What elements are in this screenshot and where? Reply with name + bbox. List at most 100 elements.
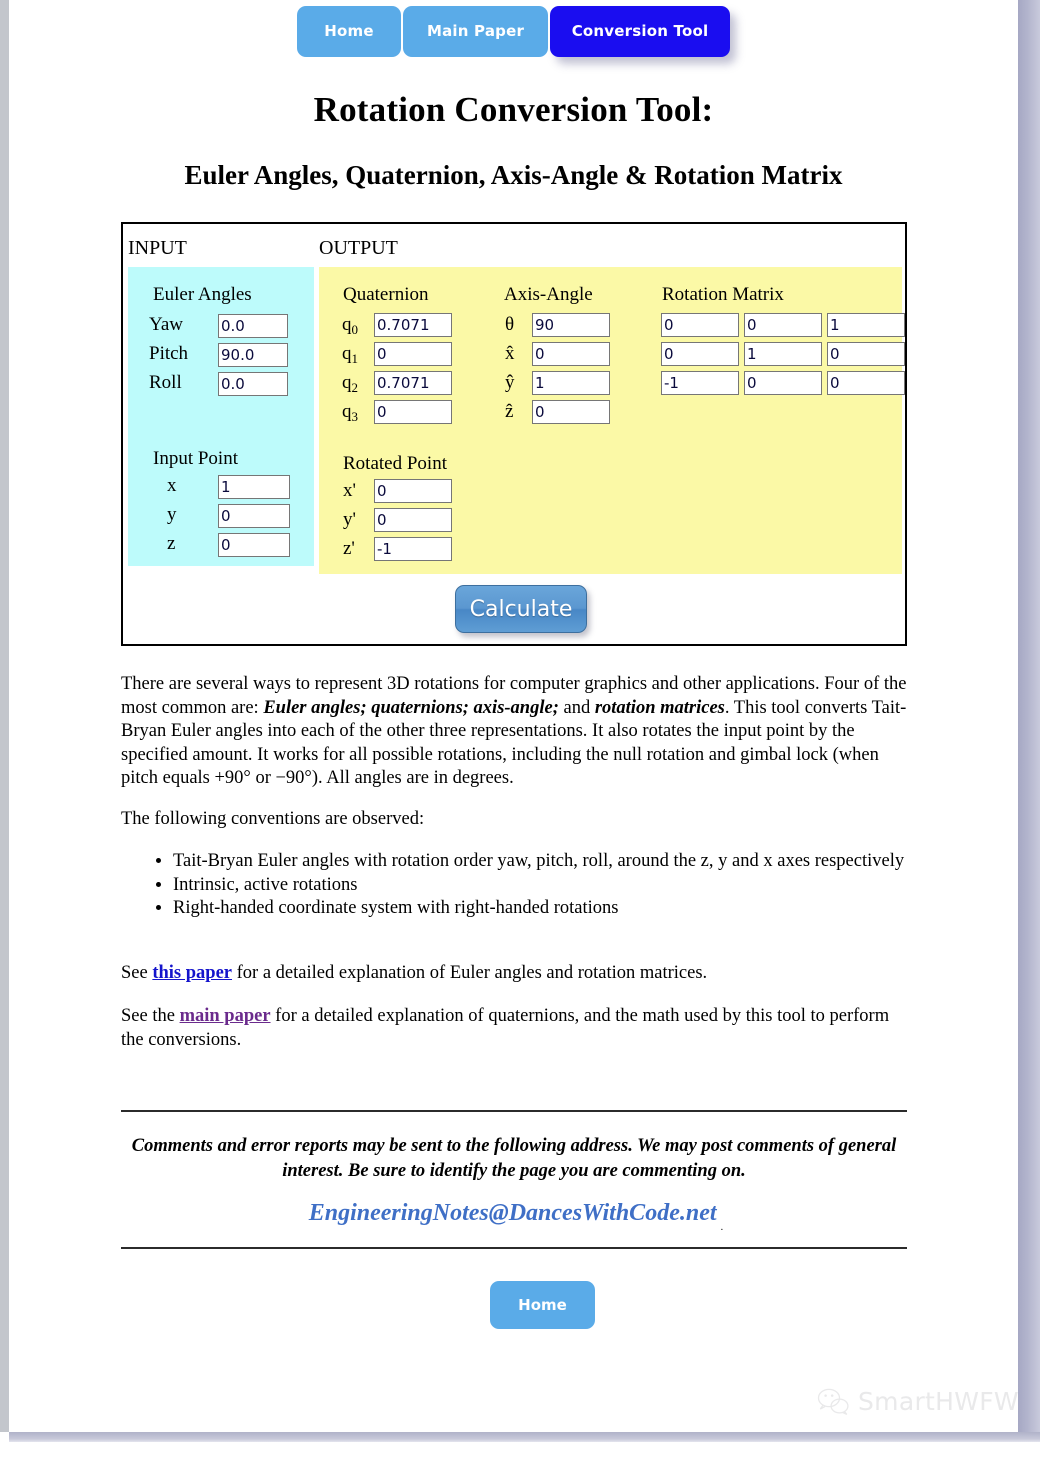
output-panel: Quaternion q0 q1 q2 q3 Axis-Angle θ x̂ <box>319 267 905 574</box>
quaternion-q2-input[interactable] <box>374 371 452 395</box>
wechat-icon <box>817 1388 849 1415</box>
quaternion-q0-label: q0 <box>342 314 359 337</box>
link1-suffix: for a detailed explanation of Euler angl… <box>232 963 708 983</box>
intro-text-2: and <box>558 697 595 718</box>
quaternion-q1-subscript: 1 <box>351 351 359 366</box>
page-edge-bottom-shadow <box>9 1432 1040 1442</box>
link2-prefix: See the <box>121 1006 180 1026</box>
rotation-matrix-r12-input[interactable] <box>827 342 905 366</box>
conventions-list: Tait-Bryan Euler angles with rotation or… <box>121 850 907 921</box>
input-point-z-label: z <box>167 533 176 554</box>
quaternion-q2-label-text: q <box>342 372 352 393</box>
footer-email-trailing-dot: . <box>720 1221 724 1233</box>
axis-angle-theta-input[interactable] <box>532 313 610 337</box>
rotation-matrix-group-title: Rotation Matrix <box>662 284 784 305</box>
quaternion-q0-input[interactable] <box>374 313 452 337</box>
quaternion-q3-label-text: q <box>342 401 352 422</box>
quaternion-q3-input[interactable] <box>374 400 452 424</box>
euler-pitch-label: Pitch <box>149 343 189 364</box>
rotation-matrix-r22-input[interactable] <box>827 371 905 395</box>
quaternion-q2-label: q2 <box>342 372 359 395</box>
list-item: Tait-Bryan Euler angles with rotation or… <box>173 850 907 874</box>
axis-angle-y-hat-label: ŷ <box>505 372 515 393</box>
main-paper-paragraph: See the main paper for a detailed explan… <box>121 1005 907 1052</box>
conventions-lead-paragraph: The following conventions are observed: <box>121 809 425 829</box>
nav-button-conversion-tool[interactable]: Conversion Tool <box>550 6 730 57</box>
quaternion-q0-label-text: q <box>342 314 352 335</box>
rotation-matrix-r01-input[interactable] <box>744 313 822 337</box>
nav-button-home[interactable]: Home <box>297 6 401 57</box>
axis-angle-z-hat-label: ẑ <box>505 401 514 422</box>
page-edge-right-shadow <box>1018 0 1040 1436</box>
input-point-x-input[interactable] <box>218 475 290 499</box>
rotation-matrix-r00-input[interactable] <box>661 313 739 337</box>
euler-angles-group-title: Euler Angles <box>153 284 252 305</box>
output-section-label: OUTPUT <box>319 237 398 259</box>
input-point-y-label: y <box>167 504 177 525</box>
quaternion-q3-label: q3 <box>342 401 359 424</box>
axis-angle-x-hat-input[interactable] <box>532 342 610 366</box>
page-outer-background <box>0 1442 1040 1469</box>
page-title: Rotation Conversion Tool: <box>313 90 714 129</box>
euler-roll-label: Roll <box>149 372 182 393</box>
rotation-matrix-r21-input[interactable] <box>744 371 822 395</box>
rotated-point-x-input[interactable] <box>374 479 452 503</box>
page-canvas: Home Main Paper Conversion Tool Rotation C… <box>9 0 1019 1432</box>
conversion-tool-panel: INPUT OUTPUT Euler Angles Yaw Pitch Roll… <box>121 222 907 646</box>
axis-angle-x-hat-label: x̂ <box>505 343 515 364</box>
input-point-z-input[interactable] <box>218 533 290 557</box>
calculate-button[interactable]: Calculate <box>455 585 587 633</box>
rotation-matrix-r20-input[interactable] <box>661 371 739 395</box>
rotation-matrix-r02-input[interactable] <box>827 313 905 337</box>
footer-comments-note: Comments and error reports may be sent t… <box>131 1136 897 1181</box>
intro-emphasis-2: rotation matrices <box>594 697 725 718</box>
rotated-point-y-label: y' <box>343 509 356 530</box>
rotated-point-group-title: Rotated Point <box>343 453 447 474</box>
euler-pitch-input[interactable] <box>218 343 288 367</box>
input-section-label: INPUT <box>128 237 187 259</box>
euler-yaw-label: Yaw <box>149 314 183 335</box>
footer-email-address: EngineeringNotes@DancesWithCode.net. <box>121 1200 907 1233</box>
list-item: Intrinsic, active rotations <box>173 874 907 898</box>
axis-angle-group-title: Axis-Angle <box>504 284 593 305</box>
rotated-point-y-input[interactable] <box>374 508 452 532</box>
watermark-label: SmartHWFW <box>858 1386 1019 1416</box>
axis-angle-theta-label: θ <box>505 314 515 335</box>
input-point-group-title: Input Point <box>153 448 238 469</box>
quaternion-q1-label-text: q <box>342 343 352 364</box>
input-point-y-input[interactable] <box>218 504 290 528</box>
top-navigation-bar: Home Main Paper Conversion Tool <box>9 6 1018 57</box>
footer-divider-top <box>121 1110 907 1112</box>
intro-paragraph: There are several ways to represent 3D r… <box>121 673 907 791</box>
this-paper-link[interactable]: this paper <box>152 963 232 983</box>
link1-prefix: See <box>121 963 153 983</box>
rotated-point-x-label: x' <box>343 480 356 501</box>
euler-yaw-input[interactable] <box>218 314 288 338</box>
input-point-x-label: x <box>167 475 177 496</box>
footer-email-text: EngineeringNotes@DancesWithCode.net <box>308 1200 717 1226</box>
quaternion-q2-subscript: 2 <box>351 380 359 395</box>
page-subtitle: Euler Angles, Quaternion, Axis-Angle & R… <box>184 160 843 190</box>
this-paper-paragraph: See this paper for a detailed explanatio… <box>121 962 907 986</box>
quaternion-q1-input[interactable] <box>374 342 452 366</box>
rotation-matrix-r10-input[interactable] <box>661 342 739 366</box>
rotation-matrix-r11-input[interactable] <box>744 342 822 366</box>
watermark: SmartHWFW <box>817 1384 1019 1418</box>
axis-angle-z-hat-input[interactable] <box>532 400 610 424</box>
rotated-point-z-input[interactable] <box>374 537 452 561</box>
euler-roll-input[interactable] <box>218 372 288 396</box>
intro-emphasis-1: Euler angles; quaternions; axis-angle; <box>263 697 559 718</box>
quaternion-q1-label: q1 <box>342 343 359 366</box>
page-edge-left-shadow <box>0 0 9 1432</box>
axis-angle-y-hat-input[interactable] <box>532 371 610 395</box>
nav-button-main-paper[interactable]: Main Paper <box>403 6 548 57</box>
input-panel: Euler Angles Yaw Pitch Roll Input Point … <box>128 267 314 566</box>
main-paper-link[interactable]: main paper <box>180 1006 271 1026</box>
footer-home-button[interactable]: Home <box>490 1281 595 1329</box>
quaternion-group-title: Quaternion <box>343 284 429 305</box>
quaternion-q3-subscript: 3 <box>351 409 359 424</box>
quaternion-q0-subscript: 0 <box>351 322 359 337</box>
rotated-point-z-label: z' <box>343 538 355 559</box>
list-item: Right-handed coordinate system with righ… <box>173 897 907 921</box>
footer-divider-bottom <box>121 1247 907 1249</box>
